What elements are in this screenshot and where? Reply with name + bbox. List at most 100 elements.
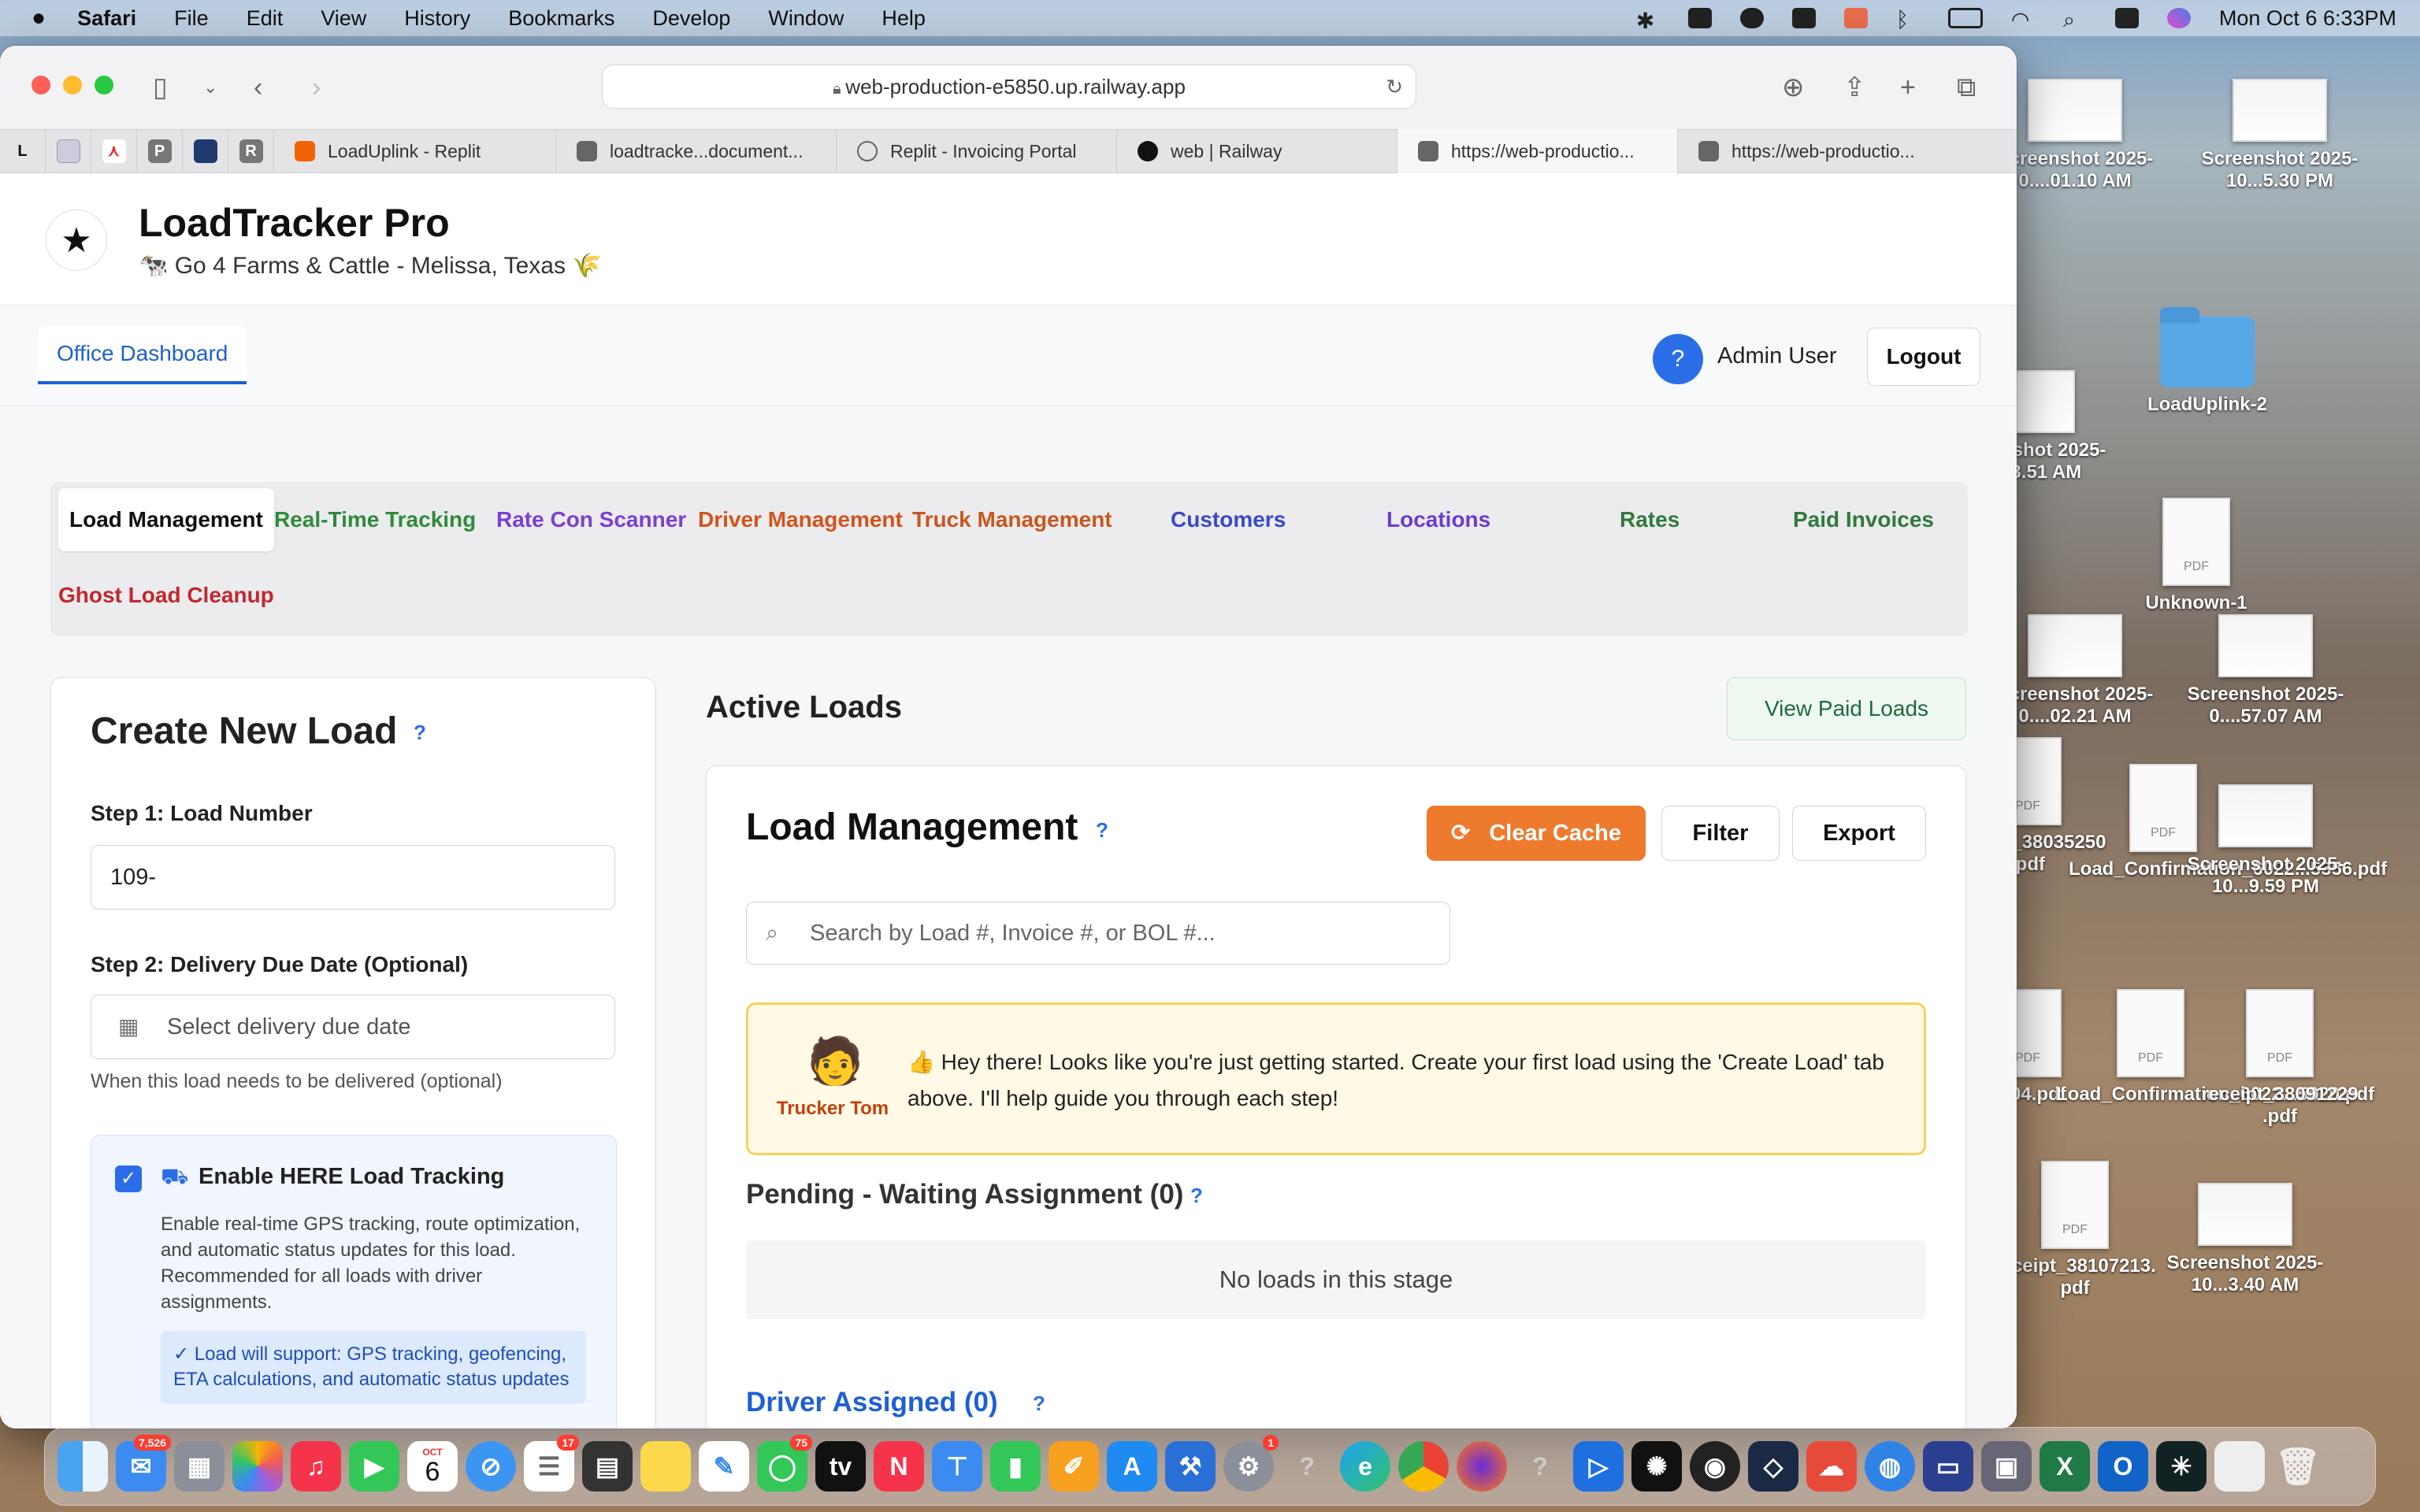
nav-tab-load-management[interactable]: Load Management	[58, 488, 274, 551]
search-input[interactable]: ⌕ Search by Load #, Invoice #, or BOL #.…	[746, 902, 1450, 965]
share-icon[interactable]: ⇪	[1843, 74, 1866, 101]
calendar-icon[interactable]: OCT 6	[407, 1441, 458, 1492]
app-store-icon[interactable]: A	[1107, 1441, 1157, 1492]
printer-icon[interactable]: ▭	[1923, 1441, 1973, 1492]
clear-cache-button[interactable]: ⟳ Clear Cache	[1427, 806, 1646, 861]
desktop-item-shot[interactable]: Screenshot 2025-10...5.30 PM	[2185, 79, 2374, 192]
menu-history[interactable]: History	[404, 6, 470, 31]
chatgpt-icon[interactable]: ✺	[1631, 1441, 1682, 1492]
tab-loaduplink[interactable]: LoadUplink - Replit	[274, 129, 556, 173]
bluetooth-icon[interactable]: ᛒ	[1896, 8, 1920, 32]
tracking-checkbox[interactable]: ✓	[115, 1166, 142, 1192]
pinned-tab[interactable]: ⋏	[91, 129, 137, 173]
nav-tab-locations[interactable]: Locations	[1386, 488, 1490, 551]
sidebar-icon[interactable]: ▯	[153, 74, 168, 101]
freeform-icon[interactable]: ✎	[699, 1441, 749, 1492]
pending-help-icon[interactable]: ?	[1190, 1184, 1203, 1208]
pinned-tab[interactable]: L	[0, 129, 46, 173]
logout-button[interactable]: Logout	[1867, 328, 1980, 386]
xcode-icon[interactable]: ⚒	[1165, 1441, 1216, 1492]
photos-icon[interactable]	[232, 1441, 283, 1492]
siri-icon[interactable]	[2166, 8, 2191, 28]
menu-bookmarks[interactable]: Bookmarks	[508, 6, 614, 31]
menu-app-name[interactable]: Safari	[77, 6, 136, 31]
apple-tv-icon[interactable]: tv	[815, 1441, 866, 1492]
calculator-icon[interactable]: ▤	[582, 1441, 633, 1492]
pinned-tab[interactable]: R	[228, 129, 274, 173]
cloud-icon[interactable]	[1739, 8, 1764, 28]
load-number-input[interactable]: 109-	[91, 845, 615, 910]
pinned-tab[interactable]: P	[137, 129, 183, 173]
close-window-button[interactable]	[32, 76, 50, 94]
keynote-icon[interactable]: ⊤	[932, 1441, 982, 1492]
desktop-item-shot[interactable]: Screenshot 2025-0....57.07 AM	[2171, 614, 2360, 728]
outlook-icon[interactable]: O	[2098, 1441, 2148, 1492]
menu-file[interactable]: File	[174, 6, 209, 31]
load-management-help-icon[interactable]: ?	[1096, 818, 1108, 843]
tab-railway[interactable]: web | Railway	[1117, 129, 1397, 173]
nav-tab-truck-management[interactable]: Truck Management	[912, 488, 1112, 551]
safari-icon[interactable]: ⊘	[466, 1441, 516, 1492]
nav-tab-real-time-tracking[interactable]: Real-Time Tracking	[274, 488, 476, 551]
notes-icon[interactable]	[640, 1441, 691, 1492]
wifi-icon[interactable]: ◠	[2011, 8, 2035, 32]
launchpad-icon[interactable]: ▦	[174, 1441, 225, 1492]
github-icon[interactable]: ◉	[1690, 1441, 1740, 1492]
edge-icon[interactable]: e	[1340, 1441, 1390, 1492]
trash-icon[interactable]: 🗑	[2273, 1441, 2323, 1492]
address-bar[interactable]: 🔒︎ web-production-e5850.up.railway.app ↻	[602, 65, 1416, 109]
screen-capture-icon[interactable]: ▣	[1981, 1441, 2032, 1492]
menu-window[interactable]: Window	[768, 6, 844, 31]
unknown-app-icon[interactable]: ?	[1282, 1441, 1332, 1492]
apple-icon[interactable]: ●	[32, 5, 46, 32]
nav-tab-ghost-load-cleanup[interactable]: Ghost Load Cleanup	[58, 564, 274, 627]
desktop-item-shot[interactable]: Screenshot 2025-10...9.59 PM	[2171, 784, 2360, 898]
tab-invoicing-portal[interactable]: Replit - Invoicing Portal	[837, 129, 1117, 173]
driver-assigned-help-icon[interactable]: ?	[1033, 1392, 1045, 1416]
system-settings-icon[interactable]: ⚙ 1	[1223, 1435, 1279, 1492]
export-button[interactable]: Export	[1792, 806, 1926, 861]
music-icon[interactable]: ♫	[291, 1441, 341, 1492]
firefox-icon[interactable]	[1457, 1441, 1507, 1492]
forward-icon[interactable]: ›	[312, 74, 321, 101]
app-status-icon[interactable]	[1791, 8, 1816, 28]
delivery-date-input[interactable]: ▦ Select delivery due date	[91, 995, 615, 1059]
unknown-app-icon[interactable]: ?	[1515, 1441, 1565, 1492]
alert-status-icon[interactable]	[1843, 8, 1868, 28]
perplexity-icon[interactable]: ✳	[2156, 1441, 2207, 1492]
cloud-upload-icon[interactable]: ☁	[1806, 1441, 1857, 1492]
globe-icon[interactable]: ◍	[1865, 1441, 1915, 1492]
nav-tab-rates[interactable]: Rates	[1620, 488, 1680, 551]
pinned-tab[interactable]	[46, 129, 91, 173]
tab-web-production[interactable]: https://web-productio...	[1678, 129, 1955, 173]
menu-view[interactable]: View	[321, 6, 366, 31]
status-icon[interactable]: ✱	[1636, 8, 1660, 33]
facetime-icon[interactable]: ▶	[349, 1441, 399, 1492]
tab-web-production-active[interactable]: https://web-productio...	[1397, 129, 1678, 173]
control-center-icon[interactable]	[2114, 8, 2139, 28]
chrome-icon[interactable]	[1398, 1441, 1449, 1492]
menubar-clock[interactable]: Mon Oct 6 6:33PM	[2219, 6, 2396, 31]
nav-tab-paid-invoices[interactable]: Paid Invoices	[1793, 488, 1934, 551]
downloads-icon[interactable]: ⊕	[1782, 74, 1805, 101]
nav-tab-driver-management[interactable]: Driver Management	[698, 488, 903, 551]
menu-develop[interactable]: Develop	[652, 6, 730, 31]
pages-icon[interactable]: ✐	[1049, 1441, 1099, 1492]
nav-tab-customers[interactable]: Customers	[1171, 488, 1286, 551]
desktop-item-doc[interactable]: receipt_38091229 .pdf	[2185, 989, 2374, 1128]
mail-icon[interactable]: ✉ 7,526	[116, 1435, 171, 1492]
news-icon[interactable]: N	[874, 1441, 924, 1492]
reload-icon[interactable]: ↻	[1386, 65, 1403, 108]
menu-edit[interactable]: Edit	[247, 6, 284, 31]
downloads-stack-icon[interactable]	[2214, 1441, 2265, 1492]
office-dashboard-tab[interactable]: Office Dashboard	[38, 326, 247, 384]
desktop-item-doc[interactable]: Unknown-1	[2102, 498, 2291, 614]
reminders-icon[interactable]: ☰ 17	[524, 1435, 579, 1492]
zoom-window-button[interactable]	[95, 76, 113, 94]
filter-button[interactable]: Filter	[1661, 806, 1780, 861]
dev-tool-icon[interactable]: ◇	[1748, 1441, 1798, 1492]
messages-icon[interactable]: ◯ 75	[757, 1435, 812, 1492]
new-tab-icon[interactable]: +	[1900, 74, 1916, 101]
chevron-down-icon[interactable]: ⌄	[203, 74, 217, 101]
finder-icon[interactable]	[58, 1441, 108, 1492]
